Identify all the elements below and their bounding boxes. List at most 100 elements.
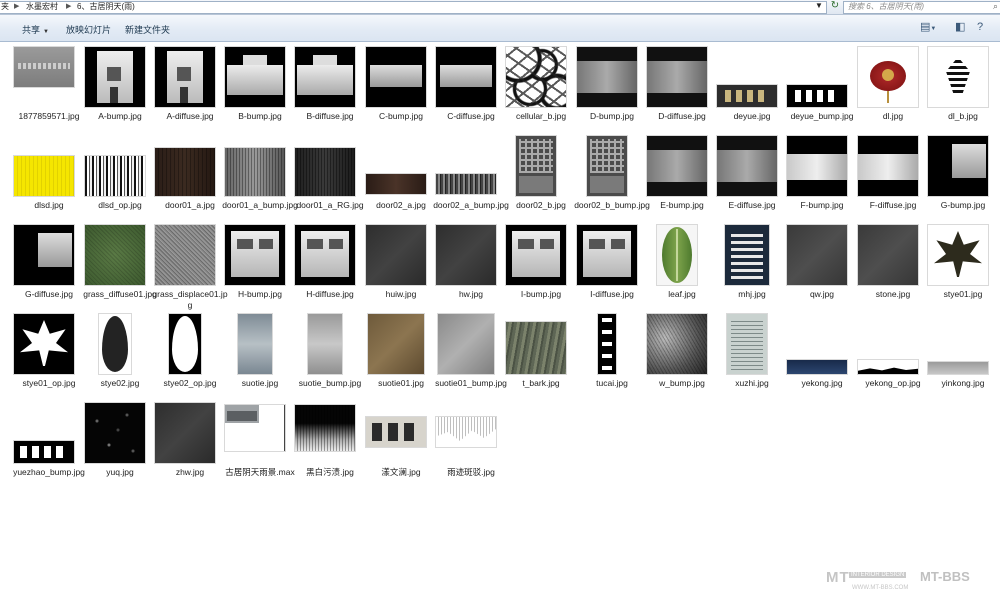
- file-item[interactable]: yinkong.jpg: [928, 314, 998, 404]
- file-item[interactable]: cellular_b.jpg: [506, 47, 576, 137]
- file-item[interactable]: yuezhao_bump.jpg: [13, 403, 85, 493]
- help-icon[interactable]: ?: [977, 21, 983, 33]
- breadcrumb-item[interactable]: 夹: [1, 1, 9, 12]
- file-thumbnail[interactable]: [717, 136, 787, 197]
- file-thumbnail[interactable]: [717, 314, 787, 375]
- file-thumbnail[interactable]: [366, 314, 436, 375]
- file-thumbnail[interactable]: [928, 136, 998, 197]
- file-item[interactable]: leaf.jpg: [647, 225, 717, 315]
- file-item[interactable]: hw.jpg: [436, 225, 506, 315]
- file-thumbnail[interactable]: [225, 225, 295, 286]
- file-item[interactable]: door02_b.jpg: [506, 136, 576, 226]
- file-thumbnail[interactable]: [155, 314, 225, 375]
- file-thumbnail[interactable]: [295, 314, 365, 375]
- file-item[interactable]: dl.jpg: [858, 47, 928, 137]
- file-thumbnail[interactable]: [225, 403, 295, 464]
- file-item[interactable]: qw.jpg: [787, 225, 857, 315]
- file-item[interactable]: stye02_op.jpg: [155, 314, 225, 404]
- file-item[interactable]: zhw.jpg: [155, 403, 225, 493]
- address-field[interactable]: 夹 ▶ 水墨宏村 ▶ 6、古居阴天(雨) ▼: [0, 1, 827, 14]
- file-thumbnail[interactable]: [155, 225, 225, 286]
- file-item[interactable]: door02_b_bump.jpg: [574, 136, 650, 226]
- file-item[interactable]: E-bump.jpg: [647, 136, 717, 226]
- file-item[interactable]: H-bump.jpg: [225, 225, 295, 315]
- file-item[interactable]: E-diffuse.jpg: [717, 136, 787, 226]
- file-thumbnail[interactable]: [225, 136, 295, 197]
- file-thumbnail[interactable]: [366, 136, 436, 197]
- file-thumbnail[interactable]: [577, 47, 647, 108]
- refresh-icon[interactable]: ↻: [829, 0, 841, 13]
- file-thumbnail[interactable]: [85, 314, 155, 375]
- file-item[interactable]: A-diffuse.jpg: [155, 47, 225, 137]
- slideshow-button[interactable]: 放映幻灯片: [66, 23, 111, 36]
- file-thumbnail[interactable]: [506, 136, 576, 197]
- file-item[interactable]: dlsd.jpg: [14, 136, 84, 226]
- file-item[interactable]: B-diffuse.jpg: [295, 47, 365, 137]
- file-thumbnail[interactable]: [295, 403, 365, 464]
- file-thumbnail[interactable]: [155, 403, 225, 464]
- share-button[interactable]: 共享 ▼: [22, 23, 49, 36]
- file-item[interactable]: w_bump.jpg: [647, 314, 717, 404]
- file-item[interactable]: xuzhi.jpg: [717, 314, 787, 404]
- file-thumbnail[interactable]: [506, 225, 576, 286]
- file-thumbnail[interactable]: [14, 314, 84, 375]
- file-thumbnail[interactable]: [295, 225, 365, 286]
- file-item[interactable]: 1877859571.jpg: [14, 47, 84, 137]
- file-thumbnail[interactable]: [436, 314, 506, 375]
- new-folder-button[interactable]: 新建文件夹: [125, 23, 170, 36]
- preview-pane-icon[interactable]: ◧: [955, 21, 965, 33]
- file-thumbnail[interactable]: [366, 403, 436, 464]
- file-item[interactable]: G-diffuse.jpg: [14, 225, 84, 315]
- file-thumbnail[interactable]: [155, 47, 225, 108]
- file-item[interactable]: suotie01.jpg: [366, 314, 436, 404]
- file-item[interactable]: stye01_op.jpg: [14, 314, 84, 404]
- file-thumbnail[interactable]: [436, 136, 506, 197]
- file-item[interactable]: D-bump.jpg: [577, 47, 647, 137]
- file-item[interactable]: door01_a_RG.jpg: [295, 136, 365, 226]
- file-item[interactable]: stye02.jpg: [85, 314, 155, 404]
- file-thumbnail[interactable]: [647, 225, 717, 286]
- file-item[interactable]: door02_a_bump.jpg: [433, 136, 509, 226]
- file-item[interactable]: tucai.jpg: [577, 314, 647, 404]
- file-thumbnail[interactable]: [506, 47, 576, 108]
- file-thumbnail[interactable]: [506, 314, 576, 375]
- file-thumbnail[interactable]: [155, 136, 225, 197]
- file-thumbnail[interactable]: [225, 314, 295, 375]
- file-thumbnail[interactable]: [436, 47, 506, 108]
- file-item[interactable]: C-diffuse.jpg: [436, 47, 506, 137]
- file-item[interactable]: G-bump.jpg: [928, 136, 998, 226]
- file-thumbnail[interactable]: [858, 136, 928, 197]
- file-item[interactable]: H-diffuse.jpg: [295, 225, 365, 315]
- file-thumbnail[interactable]: [647, 314, 717, 375]
- file-thumbnail[interactable]: [647, 47, 717, 108]
- file-thumbnail[interactable]: [366, 225, 436, 286]
- file-item[interactable]: grass_diffuse01.jpg: [83, 225, 157, 315]
- file-thumbnail[interactable]: [577, 136, 647, 197]
- file-item[interactable]: dl_b.jpg: [928, 47, 998, 137]
- file-thumbnail[interactable]: [436, 225, 506, 286]
- file-thumbnail[interactable]: [787, 225, 857, 286]
- breadcrumb-separator-icon[interactable]: ▶: [66, 2, 71, 10]
- breadcrumb-item[interactable]: 水墨宏村: [26, 1, 58, 12]
- file-item[interactable]: 黑白污渍.jpg: [295, 403, 365, 493]
- file-thumbnail[interactable]: [858, 47, 928, 108]
- file-thumbnail[interactable]: [577, 314, 647, 375]
- file-item[interactable]: huiw.jpg: [366, 225, 436, 315]
- file-thumbnail[interactable]: [225, 47, 295, 108]
- file-item[interactable]: mhj.jpg: [717, 225, 787, 315]
- file-thumbnail[interactable]: [14, 403, 84, 464]
- file-item[interactable]: stye01.jpg: [928, 225, 998, 315]
- file-thumbnail[interactable]: [366, 47, 436, 108]
- file-item[interactable]: suotie_bump.jpg: [295, 314, 365, 404]
- file-item[interactable]: door02_a.jpg: [366, 136, 436, 226]
- file-thumbnail[interactable]: [717, 225, 787, 286]
- file-thumbnail[interactable]: [14, 47, 84, 108]
- file-item[interactable]: door01_a.jpg: [155, 136, 225, 226]
- file-item[interactable]: B-bump.jpg: [225, 47, 295, 137]
- file-thumbnail[interactable]: [85, 47, 155, 108]
- file-thumbnail[interactable]: [577, 225, 647, 286]
- file-item[interactable]: 古居阴天雨景.max: [225, 403, 295, 493]
- file-item[interactable]: 漾文澜.jpg: [366, 403, 436, 493]
- search-icon[interactable]: ⌕: [993, 1, 998, 12]
- file-thumbnail[interactable]: [85, 225, 155, 286]
